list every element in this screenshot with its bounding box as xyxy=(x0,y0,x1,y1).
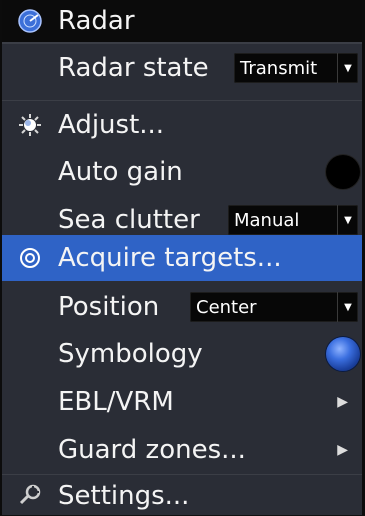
brightness-icon xyxy=(19,114,41,136)
ebl-vrm-item[interactable]: EBL/VRM ▶ xyxy=(2,378,362,426)
position-row[interactable]: Position Center ▼ xyxy=(2,283,362,331)
auto-gain-row[interactable]: Auto gain xyxy=(2,148,362,196)
radar-icon xyxy=(18,9,42,33)
symbology-toggle[interactable] xyxy=(326,337,360,371)
settings-item[interactable]: Settings... xyxy=(2,474,362,516)
menu-title: Radar xyxy=(58,6,135,36)
position-label: Position xyxy=(58,292,160,322)
dropdown-arrow-icon: ▼ xyxy=(337,53,358,83)
sea-clutter-label: Sea clutter xyxy=(58,205,200,235)
radar-state-row[interactable]: Radar state Transmit ▼ xyxy=(2,44,362,92)
acquire-targets-label: Acquire targets... xyxy=(58,243,282,273)
position-value: Center xyxy=(196,296,257,318)
radar-state-dropdown[interactable]: Transmit ▼ xyxy=(234,53,358,83)
radar-state-value: Transmit xyxy=(240,57,318,79)
settings-wrench-icon xyxy=(19,484,41,504)
dropdown-arrow-icon: ▼ xyxy=(337,292,358,322)
symbology-row[interactable]: Symbology xyxy=(2,330,362,378)
radar-menu: Radar Radar state Transmit ▼ Adjust... A… xyxy=(0,0,365,515)
ebl-vrm-label: EBL/VRM xyxy=(58,387,174,417)
position-dropdown[interactable]: Center ▼ xyxy=(190,292,358,322)
target-icon xyxy=(20,248,40,268)
symbology-label: Symbology xyxy=(58,339,203,369)
dropdown-arrow-icon: ▼ xyxy=(337,205,358,235)
submenu-arrow-icon: ▶ xyxy=(337,442,348,458)
guard-zones-item[interactable]: Guard zones... ▶ xyxy=(2,426,362,474)
sea-clutter-dropdown[interactable]: Manual ▼ xyxy=(228,205,358,235)
radar-state-label: Radar state xyxy=(58,53,209,83)
guard-zones-label: Guard zones... xyxy=(58,435,246,465)
adjust-label: Adjust... xyxy=(58,110,165,140)
auto-gain-toggle[interactable] xyxy=(326,155,360,189)
auto-gain-label: Auto gain xyxy=(58,157,183,187)
menu-title-bar: Radar xyxy=(2,0,362,44)
submenu-arrow-icon: ▶ xyxy=(337,394,348,410)
acquire-targets-item[interactable]: Acquire targets... xyxy=(2,235,362,281)
settings-label: Settings... xyxy=(58,480,190,511)
sea-clutter-value: Manual xyxy=(234,209,300,231)
adjust-item[interactable]: Adjust... xyxy=(2,100,362,149)
